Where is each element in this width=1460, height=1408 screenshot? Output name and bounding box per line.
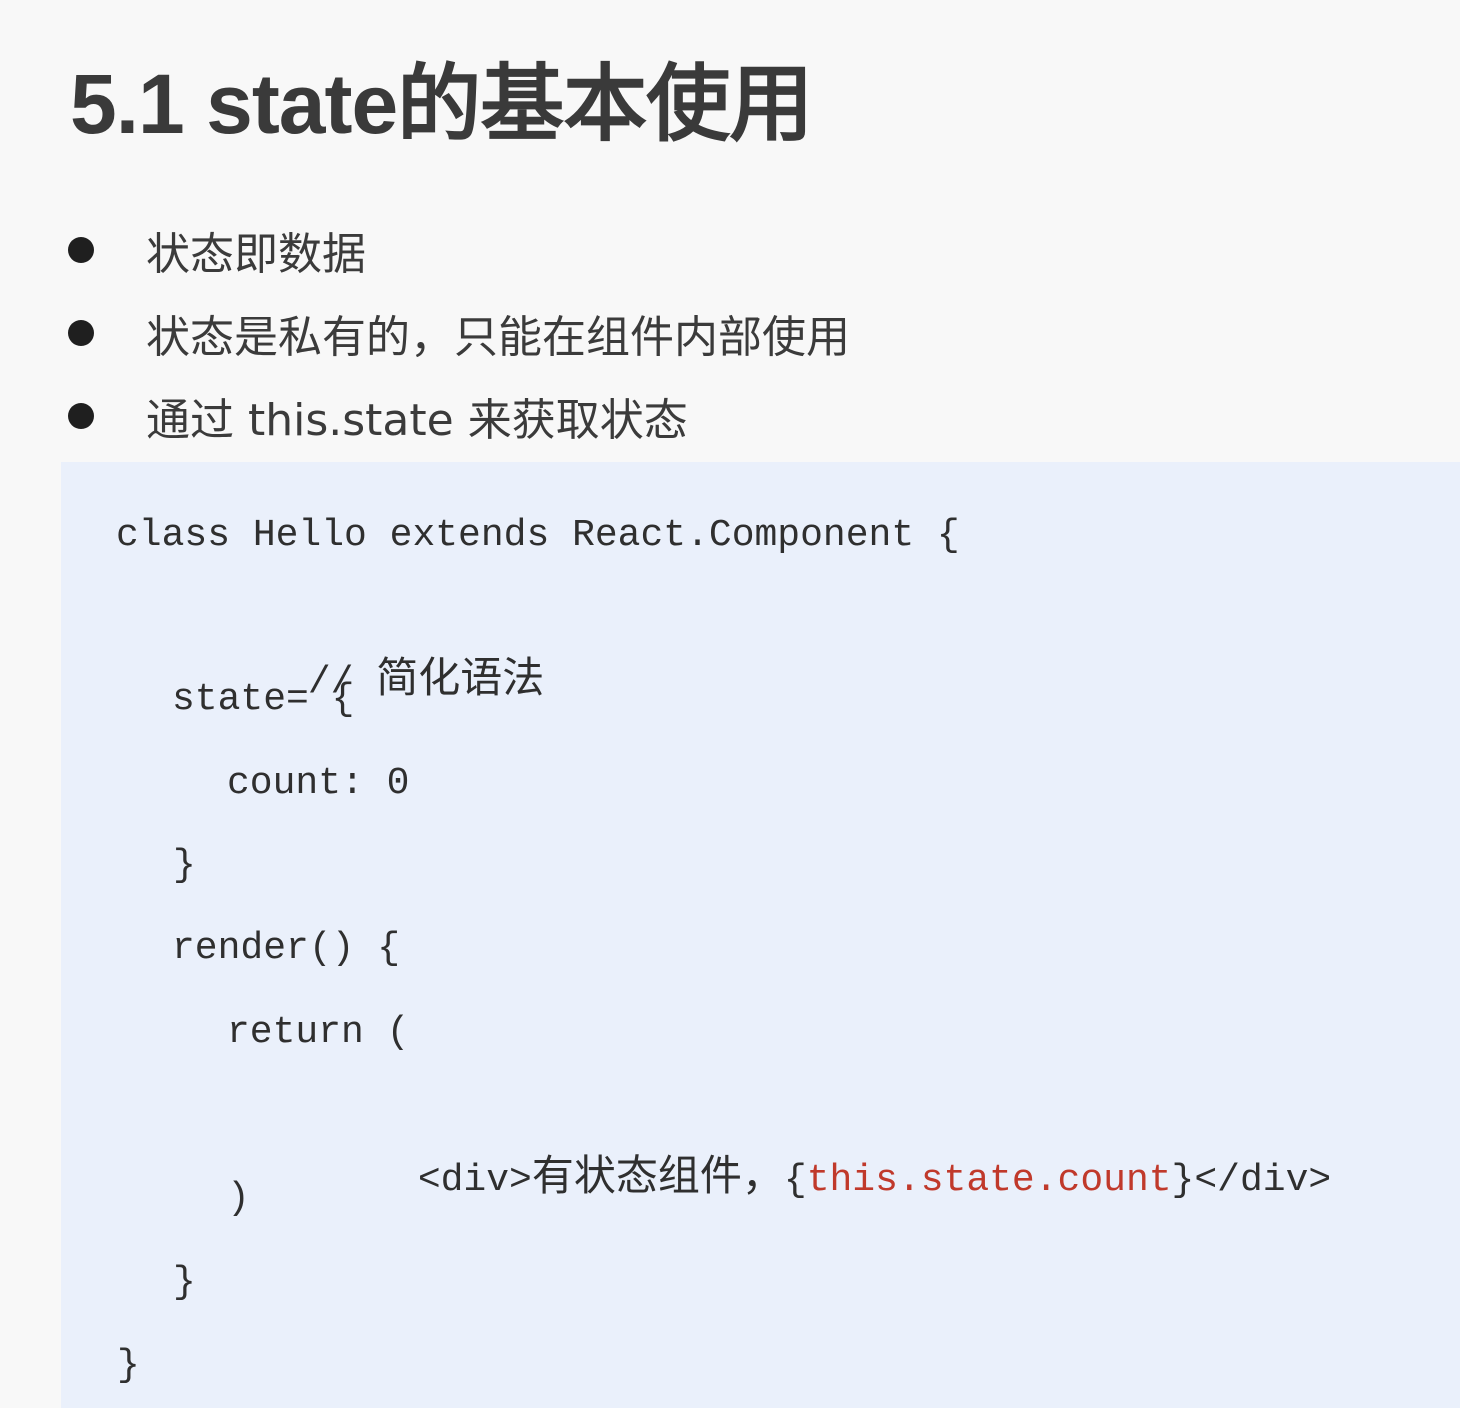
bullet-item: 通过 this.state 来获取状态 [68, 374, 850, 457]
code-comment-line: // 简化语法 [171, 588, 544, 704]
code-line: return ( [227, 1011, 410, 1054]
bullet-dot-icon [68, 319, 94, 346]
code-line: render() { [172, 927, 401, 970]
bullet-list: 状态即数据 状态是私有的，只能在组件内部使用 通过 this.state 来获取… [68, 208, 850, 457]
code-block: class Hello extends React.Component { //… [61, 462, 1460, 1408]
jsx-brace-open: { [783, 1159, 807, 1202]
jsx-close-tag: </div> [1194, 1159, 1332, 1202]
bullet-text: 通过 this.state 来获取状态 [146, 394, 688, 446]
comment-text: 简化语法 [376, 653, 545, 702]
code-line: count: 0 [227, 762, 410, 805]
jsx-text: 有状态组件， [531, 1151, 784, 1200]
code-line: } [173, 844, 196, 887]
code-jsx-line: <div>有状态组件，{this.state.count}</div> [281, 1086, 1331, 1202]
bullet-item: 状态即数据 [68, 208, 850, 291]
bullet-text: 状态是私有的，只能在组件内部使用 [146, 311, 850, 363]
jsx-expression: this.state.count [806, 1159, 1172, 1202]
bullet-dot-icon [68, 402, 94, 429]
jsx-brace-close: } [1171, 1159, 1195, 1202]
bullet-text: 状态即数据 [146, 228, 366, 280]
jsx-open-tag: <div> [417, 1159, 532, 1202]
slide-title: 5.1 state的基本使用 [70, 57, 813, 151]
code-line: } [173, 1261, 196, 1304]
code-line: ) [227, 1177, 250, 1220]
code-line: class Hello extends React.Component { [116, 514, 960, 557]
slide: 5.1 state的基本使用 状态即数据 状态是私有的，只能在组件内部使用 通过… [0, 0, 1460, 1408]
bullet-dot-icon [68, 236, 94, 263]
code-line: } [117, 1344, 140, 1387]
bullet-item: 状态是私有的，只能在组件内部使用 [68, 291, 850, 374]
code-line: state= { [172, 678, 355, 721]
